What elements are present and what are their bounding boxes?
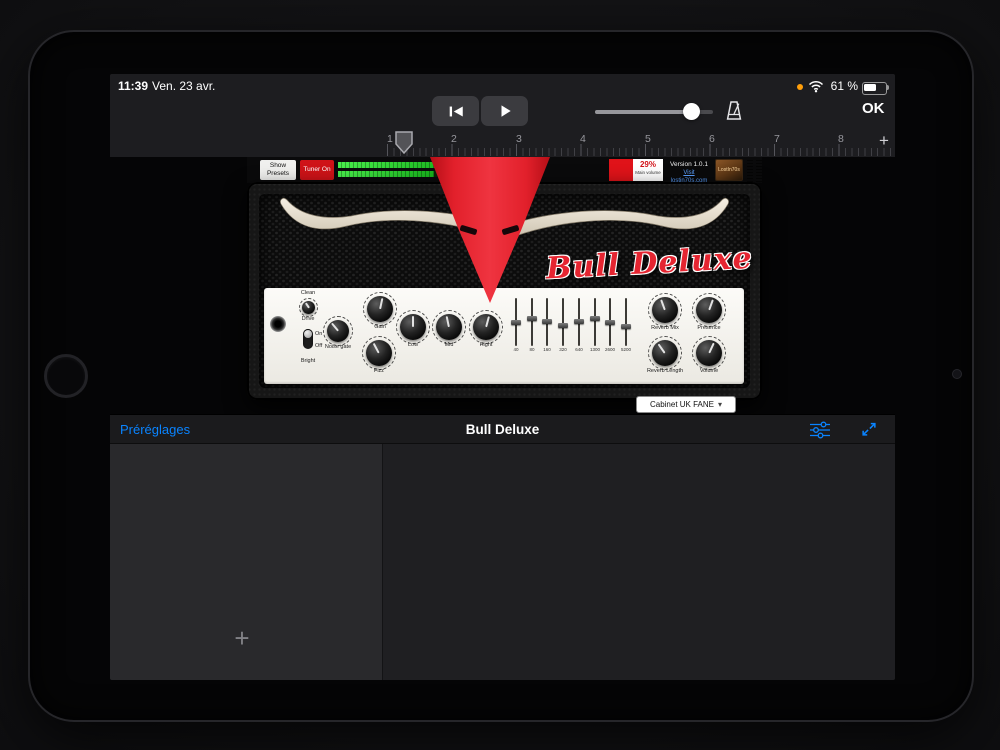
master-volume-slider[interactable] (595, 103, 713, 120)
cabinet-select[interactable]: Cabinet UK FANE ▾ (636, 396, 736, 413)
tuner-on-button[interactable]: Tuner On (300, 160, 334, 180)
clean-drive-selector[interactable] (299, 298, 318, 317)
wifi-icon (808, 80, 824, 93)
cabinet-select-value: Cabinet UK FANE (649, 400, 714, 409)
presence-label: Presence (697, 325, 721, 331)
fizz-label: Fizz (373, 368, 385, 374)
eq-slider-40[interactable] (510, 298, 522, 346)
home-button[interactable] (44, 354, 88, 398)
tracks-area: + (110, 444, 895, 680)
play-icon (501, 105, 511, 117)
gain-label: Gain (374, 324, 386, 330)
gain-knob[interactable] (363, 292, 397, 326)
volume-slider-thumb[interactable] (683, 103, 700, 120)
show-presets-button[interactable]: Show Presets (260, 160, 296, 180)
bright-switch[interactable] (303, 329, 313, 349)
drive-label: Drive (301, 316, 315, 322)
metronome-icon[interactable] (722, 99, 746, 123)
plugin-title: Bull Deluxe (465, 422, 540, 437)
mic-indicator-icon (797, 84, 803, 90)
eq-slider-160[interactable] (541, 298, 553, 346)
eq-freq-5200: 5200 (620, 347, 631, 352)
main-volume-label: Main volume (635, 170, 661, 175)
reverb-length-knob[interactable] (648, 336, 682, 370)
playhead[interactable] (395, 131, 413, 154)
eq-slider-320[interactable] (557, 298, 569, 346)
eq-slider-1300[interactable] (589, 298, 601, 346)
controls-sliders-icon[interactable] (810, 421, 830, 439)
volume-label: Volume (699, 368, 719, 374)
bull-left-eye (459, 224, 478, 236)
volume-knob[interactable] (692, 336, 726, 370)
track-timeline-panel (382, 444, 895, 680)
ruler-bar-4: 4 (580, 133, 586, 145)
hight-knob[interactable] (469, 310, 503, 344)
eq-slider-80[interactable] (526, 298, 538, 346)
ruler-bar-3: 3 (516, 133, 522, 145)
reverb-mix-label: Reverb Mix (651, 325, 679, 331)
chevron-down-icon: ▾ (718, 400, 723, 409)
main-volume-readout: 29% Main volume (633, 159, 663, 181)
presence-knob[interactable] (692, 293, 726, 327)
top-bar: 11:39 Ven. 23 avr. 61 % OK 1 2 3 4 5 6 7… (110, 74, 895, 158)
play-button[interactable] (481, 96, 528, 126)
clean-label: Clean (300, 290, 316, 296)
ruler-bar-5: 5 (645, 133, 651, 145)
amp-control-panel: Clean Drive On Off Bright Noise gate Gai… (264, 288, 744, 384)
noise-gate-label: Noise gate (324, 344, 352, 350)
hight-label: Hight (479, 342, 493, 348)
mid-label: Mid (444, 342, 454, 348)
battery-icon (862, 82, 887, 95)
rewind-button[interactable] (432, 96, 479, 126)
lostin70s-logo[interactable]: LostIn70s (715, 159, 743, 181)
eq-slider-5200[interactable] (620, 298, 632, 346)
screen: 11:39 Ven. 23 avr. 61 % OK 1 2 3 4 5 6 7… (110, 74, 895, 680)
ok-button[interactable]: OK (862, 100, 885, 117)
eq-slider-640[interactable] (573, 298, 585, 346)
input-jack (270, 316, 286, 332)
bright-label: Bright (300, 358, 316, 364)
low-knob[interactable] (396, 310, 430, 344)
ruler-bar-2: 2 (451, 133, 457, 145)
plugin-footer-bar: Préréglages Bull Deluxe (110, 414, 895, 444)
battery-icon-nub (887, 85, 889, 90)
eq-slider-2600[interactable] (604, 298, 616, 346)
version-text: Version 1.0.1 (670, 161, 708, 168)
main-volume-swatch (609, 159, 633, 181)
bull-right-eye (501, 224, 520, 236)
noise-gate-knob[interactable] (323, 316, 353, 346)
expand-icon[interactable] (859, 420, 879, 438)
track-header-panel: + (110, 444, 382, 680)
ruler-bar-ticks (387, 144, 895, 156)
status-time: 11:39 (118, 79, 149, 93)
battery-percent: 61 % (830, 79, 858, 93)
led-meter-right (756, 158, 762, 182)
ruler-bar-6: 6 (709, 133, 715, 145)
mid-knob[interactable] (432, 310, 466, 344)
front-camera (952, 369, 962, 379)
ruler-bar-7: 7 (774, 133, 780, 145)
led-meter-left (747, 158, 753, 182)
add-track-button[interactable]: + (228, 624, 256, 652)
reverb-mix-knob[interactable] (648, 293, 682, 327)
ruler-bar-1: 1 (387, 133, 393, 145)
skip-to-start-icon (449, 106, 463, 116)
main-volume-percent: 29% (639, 160, 656, 169)
status-date: Ven. 23 avr. (152, 79, 216, 93)
low-label: Low (407, 342, 419, 348)
ruler-add-button[interactable]: + (879, 131, 889, 151)
fizz-knob[interactable] (362, 336, 396, 370)
ipad-frame: 11:39 Ven. 23 avr. 61 % OK 1 2 3 4 5 6 7… (28, 30, 974, 722)
ruler-bar-8: 8 (838, 133, 844, 145)
